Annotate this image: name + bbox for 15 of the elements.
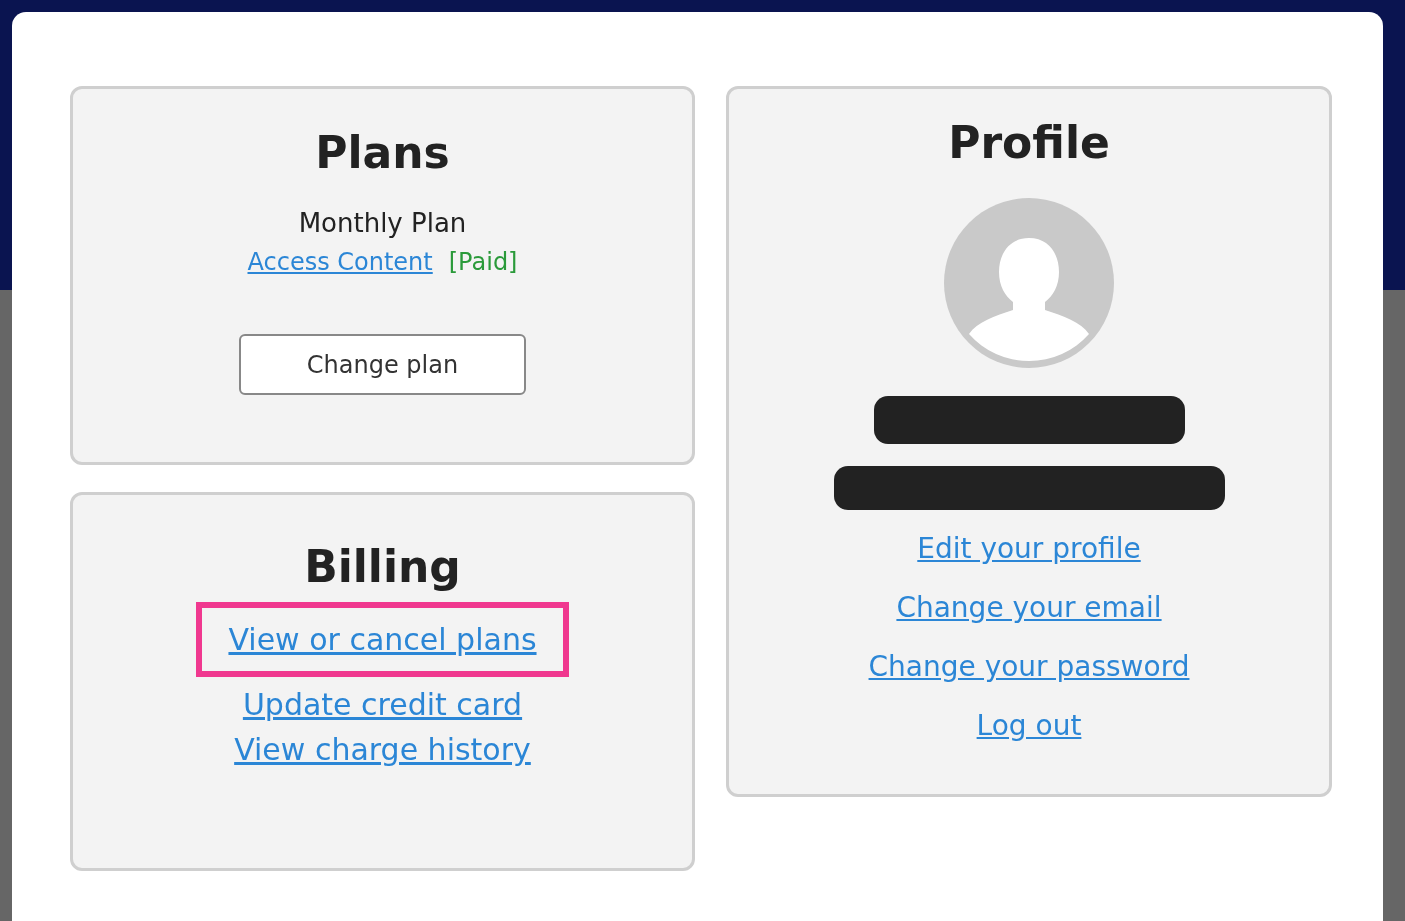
profile-link[interactable]: Change your password [868, 650, 1190, 683]
card-title: Profile [948, 117, 1110, 168]
access-content-link[interactable]: Access Content [247, 248, 433, 276]
billing-link[interactable]: Update credit card [242, 687, 523, 722]
paid-status: [Paid] [448, 248, 518, 276]
plan-name: Monthly Plan [298, 208, 467, 238]
card-title: Billing [304, 541, 461, 592]
avatar-icon [944, 198, 1114, 368]
change-plan-button[interactable]: Change plan [239, 334, 526, 395]
card-title: Plans [315, 127, 450, 178]
billing-link[interactable]: View or cancel plans [228, 622, 537, 657]
profile-link[interactable]: Edit your profile [917, 532, 1141, 565]
profile-link[interactable]: Change your email [896, 591, 1162, 624]
profile-link[interactable]: Log out [976, 709, 1082, 742]
billing-link[interactable]: View charge history [234, 732, 531, 767]
